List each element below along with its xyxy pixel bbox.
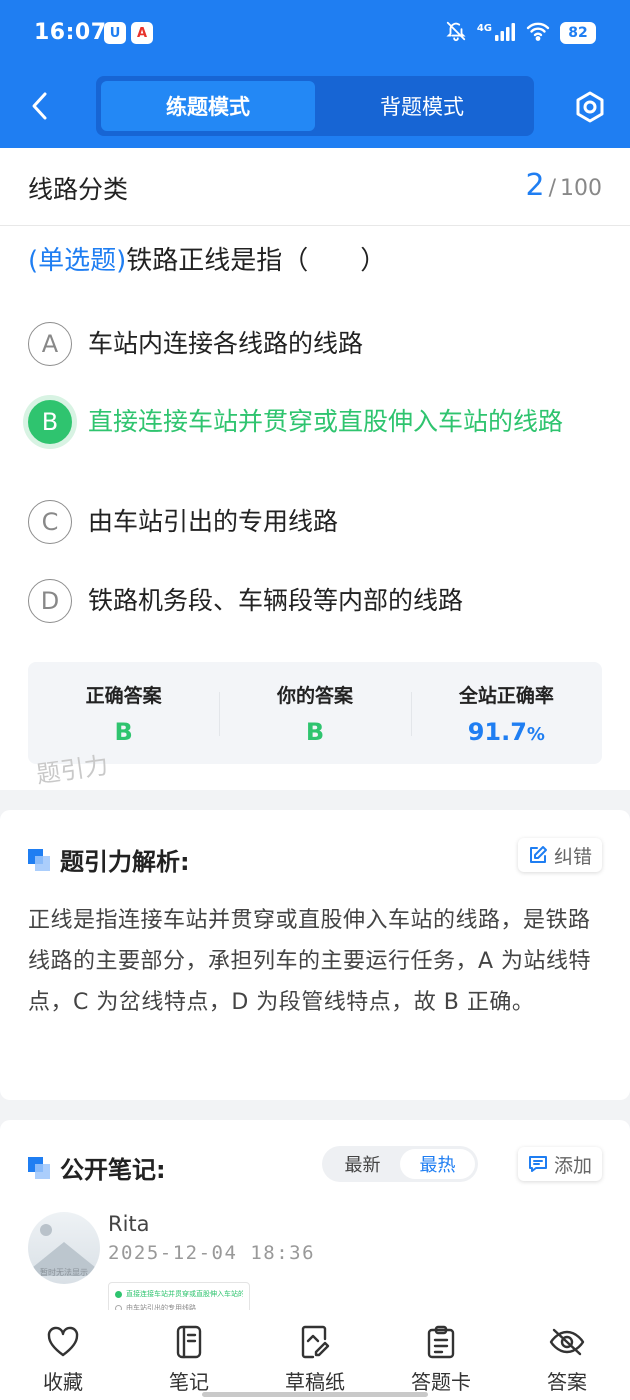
app-header: 16:07 U A 4G 82 练题模式 背题模式 <box>0 0 630 148</box>
accuracy-col: 全站正确率 91.7% <box>410 662 602 764</box>
gear-icon <box>576 91 604 123</box>
notes-title: 公开笔记: <box>28 1150 166 1185</box>
thumb-line: 直接连接车站并贯穿或直股伸入车站的线路 <box>115 1287 243 1301</box>
correct-answer-col: 正确答案 B <box>28 662 219 764</box>
nav-draft-paper-label: 草稿纸 <box>285 1370 345 1394</box>
tab-memorize-mode[interactable]: 背题模式 <box>315 81 529 131</box>
nav-notes-label: 笔记 <box>169 1370 209 1394</box>
notes-sort-switch: 最新 最热 <box>322 1146 478 1182</box>
nav-favorite[interactable]: 收藏 <box>0 1310 126 1400</box>
analysis-card: 题引力解析: 纠错 正线是指连接车站并贯穿或直股伸入车站的线路，是铁路线路的主要… <box>0 810 630 1100</box>
mode-switch: 练题模式 背题模式 <box>96 76 534 136</box>
settings-button[interactable] <box>571 88 609 126</box>
status-time: 16:07 <box>34 20 107 45</box>
eye-off-icon <box>549 1324 585 1360</box>
accuracy-label: 全站正确率 <box>458 684 554 707</box>
avatar-placeholder-sun <box>40 1224 52 1236</box>
app-notification-icon: U <box>104 22 126 44</box>
add-note-label: 添加 <box>553 1154 592 1177</box>
signal-icon <box>494 21 516 45</box>
option-d-letter: D <box>28 579 72 623</box>
chapter-title: 线路分类 <box>28 175 129 204</box>
option-a-text: 车站内连接各线路的线路 <box>88 329 364 358</box>
bottom-nav: 收藏 笔记 草稿纸 答题卡 答案 <box>0 1310 630 1400</box>
section-square-icon <box>28 1156 50 1179</box>
section-square-icon <box>28 848 50 871</box>
network-type: 4G <box>476 22 492 34</box>
option-b-text: 直接连接车站并贯穿或直股伸入车站的线路 <box>88 407 564 436</box>
note-username: Rita <box>108 1212 150 1236</box>
question-progress: 2/100 <box>525 168 602 203</box>
nav-answer-card[interactable]: 答题卡 <box>378 1310 504 1400</box>
question-text: 铁路正线是指（ ） <box>126 246 387 276</box>
tab-practice-mode[interactable]: 练题模式 <box>101 81 315 131</box>
progress-current: 2 <box>525 168 545 203</box>
mute-bell-icon <box>445 20 467 46</box>
edit-icon <box>529 846 547 863</box>
your-answer-value: B <box>305 717 325 746</box>
accuracy-value: 91.7% <box>468 718 545 746</box>
status-bar: 16:07 U A 4G 82 <box>0 0 630 68</box>
app-notification-icon-2: A <box>131 22 153 44</box>
avatar[interactable]: 暂时无法显示 <box>28 1212 100 1284</box>
your-answer-label: 你的答案 <box>276 684 353 707</box>
home-indicator[interactable] <box>202 1392 428 1397</box>
option-d-text: 铁路机务段、车辆段等内部的线路 <box>88 586 464 615</box>
option-d[interactable]: D 铁路机务段、车辆段等内部的线路 <box>28 579 608 623</box>
thumb-line-text: 直接连接车站并贯穿或直股伸入车站的线路 <box>126 1290 243 1298</box>
accuracy-number: 91.7 <box>467 717 527 746</box>
nav-favorite-label: 收藏 <box>43 1370 83 1394</box>
chapter-row: 线路分类 2/100 <box>0 148 630 226</box>
nav-notes[interactable]: 笔记 <box>126 1310 252 1400</box>
option-c-letter: C <box>28 500 72 544</box>
correct-answer-label: 正确答案 <box>85 684 162 707</box>
sort-hottest-tab[interactable]: 最热 <box>400 1149 475 1179</box>
option-c-text: 由车站引出的专用线路 <box>88 507 339 536</box>
your-answer-col: 你的答案 B <box>219 662 410 764</box>
avatar-caption: 暂时无法显示 <box>40 1268 88 1277</box>
sort-latest-tab[interactable]: 最新 <box>325 1149 400 1179</box>
analysis-title-text: 题引力解析: <box>60 848 190 876</box>
chevron-left-icon <box>32 92 47 120</box>
progress-separator: / <box>548 176 556 201</box>
answer-card-icon <box>423 1324 459 1360</box>
battery-indicator: 82 <box>560 22 596 44</box>
accuracy-unit: % <box>526 723 545 745</box>
notebook-icon <box>171 1324 207 1360</box>
analysis-text: 正线是指连接车站并贯穿或直股伸入车站的线路，是铁路线路的主要部分，承担列车的主要… <box>28 908 592 1015</box>
status-indicators: 4G 82 <box>445 20 596 46</box>
option-a-letter: A <box>28 322 72 366</box>
option-a[interactable]: A 车站内连接各线路的线路 <box>28 322 608 366</box>
option-c[interactable]: C 由车站引出的专用线路 <box>28 500 608 544</box>
option-b-letter: B <box>28 400 72 444</box>
question-type: (单选题) <box>28 246 127 276</box>
add-note-button[interactable]: 添加 <box>517 1147 602 1181</box>
correct-answer-value: B <box>114 717 133 746</box>
nav-draft-paper[interactable]: 草稿纸 <box>252 1310 378 1400</box>
report-error-label: 纠错 <box>553 845 592 868</box>
progress-total: 100 <box>560 176 602 201</box>
question-card: 线路分类 2/100 (单选题)铁路正线是指（ ） A 车站内连接各线路的线路 … <box>0 148 630 790</box>
heart-icon <box>45 1324 81 1360</box>
public-notes-card: 公开笔记: 最新 最热 添加 暂时无法显示 Rita 2025-12-04 18… <box>0 1120 630 1320</box>
nav-answer[interactable]: 答案 <box>504 1310 630 1400</box>
note-add-icon <box>528 1156 547 1172</box>
analysis-title: 题引力解析: <box>28 842 190 877</box>
report-error-button[interactable]: 纠错 <box>517 838 602 872</box>
question-stem: (单选题)铁路正线是指（ ） <box>28 242 608 280</box>
answer-summary: 正确答案 B 你的答案 B 全站正确率 91.7% <box>28 662 602 764</box>
wifi-icon <box>526 21 550 45</box>
notes-title-text: 公开笔记: <box>60 1156 166 1184</box>
option-b[interactable]: B 直接连接车站并贯穿或直股伸入车站的线路 <box>28 400 608 444</box>
nav-answer-label: 答案 <box>547 1370 587 1394</box>
draft-paper-icon <box>297 1324 333 1360</box>
nav-answer-card-label: 答题卡 <box>411 1370 471 1394</box>
note-timestamp: 2025-12-04 18:36 <box>108 1242 316 1264</box>
back-button[interactable] <box>22 88 58 124</box>
thumb-dot <box>115 1290 122 1298</box>
